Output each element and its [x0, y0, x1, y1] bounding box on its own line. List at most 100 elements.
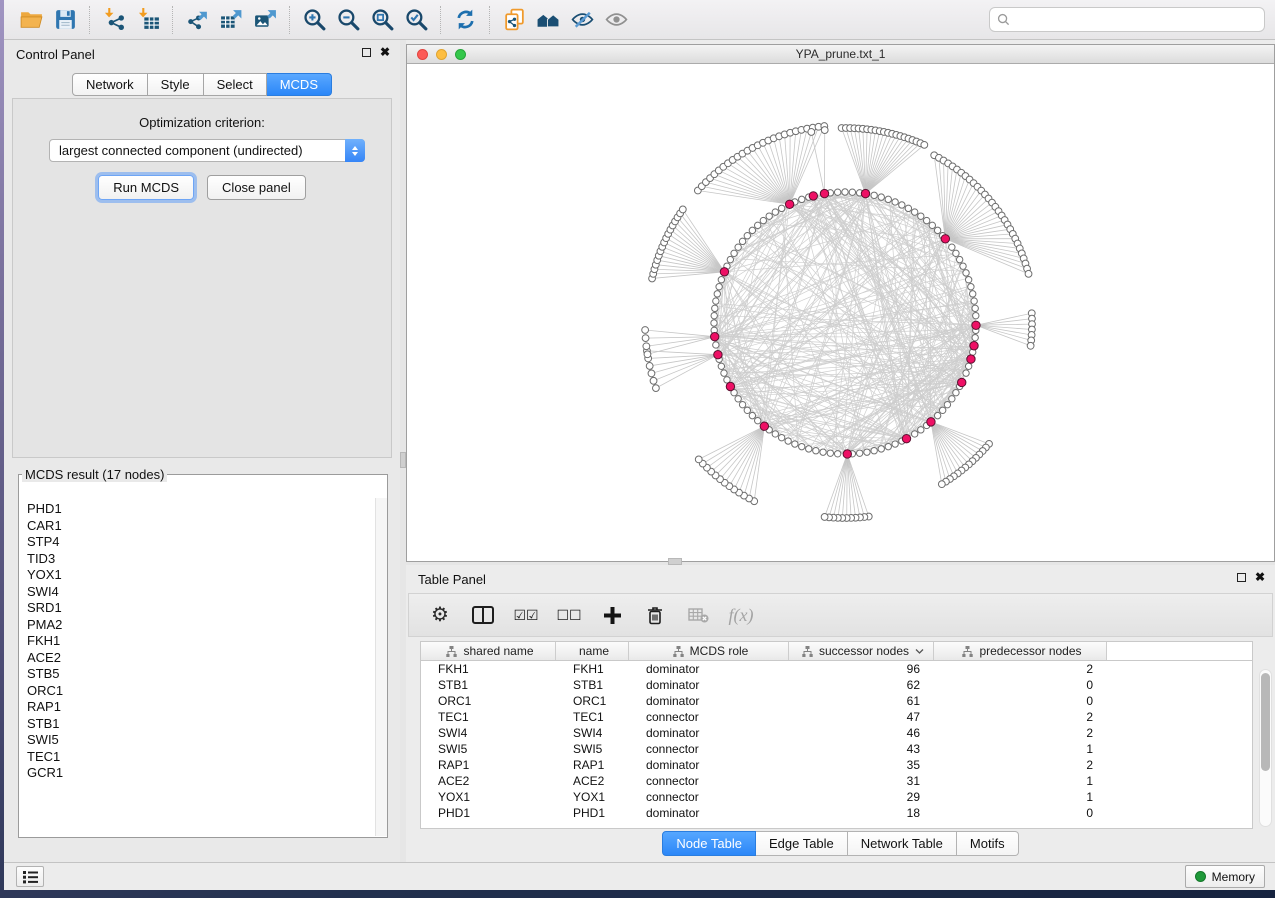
- mcds-node-item[interactable]: STB1: [27, 716, 374, 733]
- tab-edge-table[interactable]: Edge Table: [756, 831, 848, 856]
- open-file-icon[interactable]: [14, 4, 48, 36]
- zoom-in-icon[interactable]: [297, 4, 331, 36]
- mcds-panel: Optimization criterion: largest connecte…: [12, 98, 392, 458]
- table-panel-title: Table Panel: [418, 572, 486, 587]
- table-cell: PHD1: [556, 805, 629, 821]
- delete-table-icon[interactable]: [685, 602, 711, 628]
- float-panel-icon[interactable]: [1237, 573, 1246, 582]
- show-columns-icon[interactable]: [470, 602, 496, 628]
- table-cell: 0: [934, 805, 1107, 821]
- column-header-MCDS-role[interactable]: MCDS role: [629, 642, 789, 660]
- mcds-node-item[interactable]: PHD1: [27, 501, 374, 518]
- table-cell: connector: [629, 709, 789, 725]
- zoom-selected-icon[interactable]: [399, 4, 433, 36]
- first-neighbors-icon[interactable]: [531, 4, 565, 36]
- export-network-icon[interactable]: [180, 4, 214, 36]
- refresh-icon[interactable]: [448, 4, 482, 36]
- mcds-node-item[interactable]: CAR1: [27, 518, 374, 535]
- mcds-node-item[interactable]: YOX1: [27, 567, 374, 584]
- desktop: Control Panel ✖ NetworkStyleSelectMCDS O…: [0, 0, 1275, 898]
- column-header-shared-name[interactable]: shared name: [421, 642, 556, 660]
- memory-label: Memory: [1212, 870, 1255, 884]
- function-builder-icon[interactable]: f(x): [728, 602, 754, 628]
- column-settings-icon[interactable]: ⚙: [427, 602, 453, 628]
- close-panel-icon[interactable]: ✖: [380, 46, 390, 58]
- minimize-window-icon[interactable]: [436, 49, 447, 60]
- table-cell: YOX1: [556, 789, 629, 805]
- mcds-node-item[interactable]: FKH1: [27, 633, 374, 650]
- tab-network-table[interactable]: Network Table: [848, 831, 957, 856]
- tab-select[interactable]: Select: [204, 73, 267, 96]
- mcds-node-item[interactable]: ORC1: [27, 683, 374, 700]
- table-row[interactable]: TEC1TEC1connector472: [421, 709, 1252, 725]
- mcds-node-item[interactable]: STP4: [27, 534, 374, 551]
- tab-style[interactable]: Style: [148, 73, 204, 96]
- table-cell: PHD1: [421, 805, 556, 821]
- mcds-node-item[interactable]: PMA2: [27, 617, 374, 634]
- toolbar-separator: [289, 6, 290, 34]
- mcds-node-item[interactable]: SWI5: [27, 732, 374, 749]
- close-panel-button[interactable]: Close panel: [207, 175, 306, 200]
- maximize-window-icon[interactable]: [455, 49, 466, 60]
- table-row[interactable]: SWI5SWI5connector431: [421, 741, 1252, 757]
- delete-rows-icon[interactable]: [642, 602, 668, 628]
- network-window-titlebar[interactable]: YPA_prune.txt_1: [407, 45, 1274, 64]
- mcds-node-item[interactable]: GCR1: [27, 765, 374, 782]
- scrollbar-thumb[interactable]: [1261, 673, 1270, 771]
- hide-selected-icon[interactable]: [565, 4, 599, 36]
- mcds-node-item[interactable]: STB5: [27, 666, 374, 683]
- mcds-node-item[interactable]: SRD1: [27, 600, 374, 617]
- table-cell: dominator: [629, 805, 789, 821]
- search-input[interactable]: [1015, 13, 1257, 27]
- table-row[interactable]: ORC1ORC1dominator610: [421, 693, 1252, 709]
- mcds-node-item[interactable]: SWI4: [27, 584, 374, 601]
- mcds-node-item[interactable]: ACE2: [27, 650, 374, 667]
- criterion-select[interactable]: largest connected component (undirected): [49, 139, 365, 162]
- deselect-all-icon[interactable]: ☐☐: [556, 602, 582, 628]
- toolbar-separator: [172, 6, 173, 34]
- import-table-icon[interactable]: [131, 4, 165, 36]
- tab-mcds[interactable]: MCDS: [267, 73, 332, 96]
- table-row[interactable]: ACE2ACE2connector311: [421, 773, 1252, 789]
- import-network-icon[interactable]: [97, 4, 131, 36]
- save-session-icon[interactable]: [48, 4, 82, 36]
- control-panel-tabs: NetworkStyleSelectMCDS: [4, 73, 400, 96]
- network-canvas[interactable]: [407, 64, 1274, 561]
- tab-network[interactable]: Network: [72, 73, 148, 96]
- table-row[interactable]: FKH1FKH1dominator962: [421, 661, 1252, 677]
- run-mcds-button[interactable]: Run MCDS: [98, 175, 194, 200]
- tab-node-table[interactable]: Node Table: [662, 831, 756, 856]
- result-scrollbar[interactable]: [375, 498, 387, 836]
- tab-motifs[interactable]: Motifs: [957, 831, 1019, 856]
- task-history-button[interactable]: [16, 866, 44, 887]
- table-scrollbar[interactable]: [1259, 669, 1272, 827]
- close-window-icon[interactable]: [417, 49, 428, 60]
- memory-button[interactable]: Memory: [1185, 865, 1265, 888]
- table-row[interactable]: RAP1RAP1dominator352: [421, 757, 1252, 773]
- table-cell: 0: [934, 693, 1107, 709]
- column-header-predecessor-nodes[interactable]: predecessor nodes: [934, 642, 1107, 660]
- float-panel-icon[interactable]: [362, 48, 371, 57]
- copy-network-icon[interactable]: [497, 4, 531, 36]
- mcds-node-item[interactable]: TEC1: [27, 749, 374, 766]
- table-row[interactable]: STB1STB1dominator620: [421, 677, 1252, 693]
- zoom-out-icon[interactable]: [331, 4, 365, 36]
- zoom-fit-icon[interactable]: [365, 4, 399, 36]
- table-row[interactable]: SWI4SWI4dominator462: [421, 725, 1252, 741]
- export-image-icon[interactable]: [248, 4, 282, 36]
- table-cell: RAP1: [556, 757, 629, 773]
- export-table-icon[interactable]: [214, 4, 248, 36]
- splitter-grip[interactable]: [668, 558, 682, 565]
- table-row[interactable]: YOX1YOX1connector291: [421, 789, 1252, 805]
- column-header-successor-nodes[interactable]: successor nodes: [789, 642, 934, 660]
- show-all-icon[interactable]: [599, 4, 633, 36]
- table-row[interactable]: PHD1PHD1dominator180: [421, 805, 1252, 821]
- mcds-node-item[interactable]: RAP1: [27, 699, 374, 716]
- add-row-icon[interactable]: [599, 602, 625, 628]
- mcds-node-item[interactable]: TID3: [27, 551, 374, 568]
- select-all-icon[interactable]: ☑☑: [513, 602, 539, 628]
- close-panel-icon[interactable]: ✖: [1255, 571, 1265, 583]
- table-cell: 61: [789, 693, 934, 709]
- column-header-name[interactable]: name: [556, 642, 629, 660]
- table-cell: SWI4: [556, 725, 629, 741]
